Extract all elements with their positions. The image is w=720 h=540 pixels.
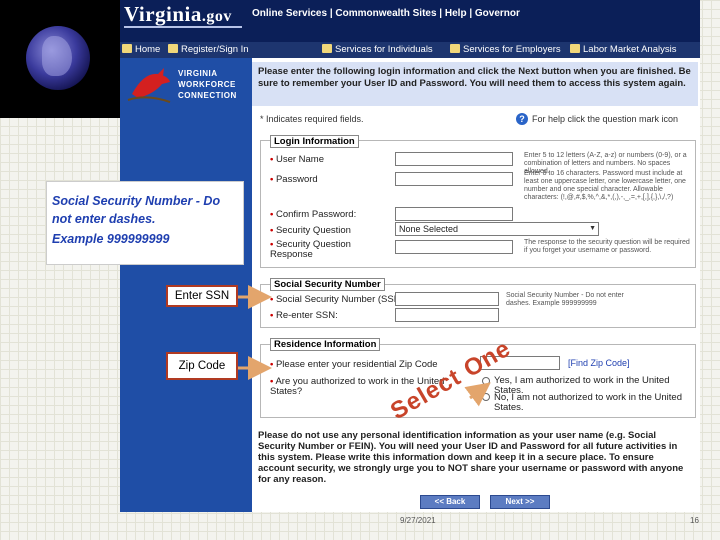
zip-code-callout: Zip Code [166, 352, 238, 380]
arrow-overlays [238, 285, 491, 407]
enter-ssn-callout: Enter SSN [166, 285, 238, 307]
slide-page-number: 16 [690, 516, 699, 525]
slide-date: 9/27/2021 [400, 516, 436, 525]
select-one-arrow [464, 382, 491, 407]
